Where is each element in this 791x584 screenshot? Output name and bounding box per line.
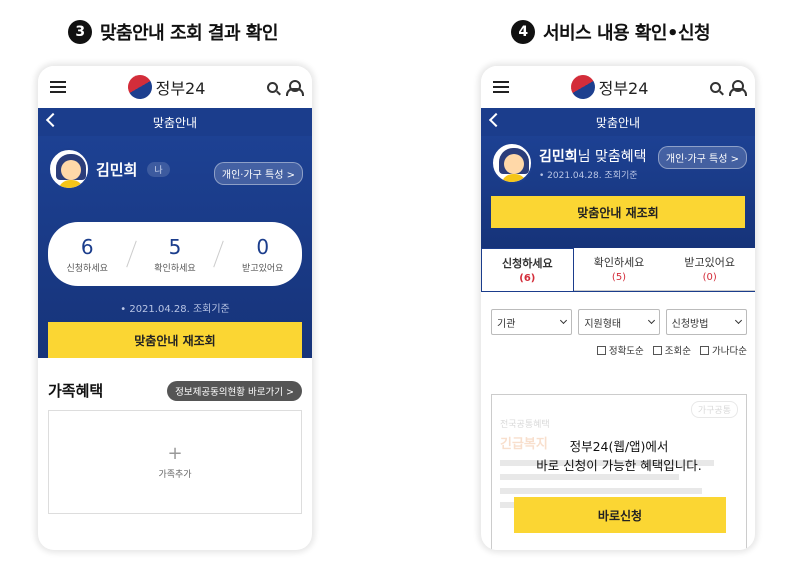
add-family-label: 가족추가 bbox=[158, 469, 192, 480]
step3-heading: 3 맞춤안내 조회 결과 확인 bbox=[68, 19, 278, 45]
page-title: 맞춤안내 bbox=[595, 115, 641, 130]
sort-label: 정확도순 bbox=[608, 346, 644, 357]
chevron-down-icon bbox=[647, 316, 655, 325]
sort-accuracy[interactable]: 정확도순 bbox=[596, 343, 644, 357]
checkbox[interactable] bbox=[700, 345, 710, 355]
tab-label: 확인하세요 bbox=[593, 256, 645, 269]
sort-alphabetical[interactable]: 가나다순 bbox=[700, 343, 747, 357]
stat-check[interactable]: 5 확인하세요 bbox=[140, 235, 210, 274]
logo-text: 정부24 bbox=[155, 79, 206, 98]
support-type-select[interactable]: 지원형태 bbox=[578, 309, 660, 335]
user-icon[interactable] bbox=[729, 80, 747, 96]
tab-label: 신청하세요 bbox=[502, 257, 553, 270]
me-tag: 나 bbox=[147, 161, 170, 177]
tab-check[interactable]: 확인하세요 (5) bbox=[573, 248, 665, 291]
step-number-badge: 3 bbox=[68, 20, 92, 44]
message-line: 정부24(웹/앱)에서 bbox=[569, 439, 669, 454]
sort-options: 정확도순 조회순 가나다순 bbox=[481, 335, 755, 357]
sort-views[interactable]: 조회순 bbox=[652, 343, 692, 357]
avatar bbox=[48, 148, 90, 190]
benefits-heading: 김민희님 맞춤혜택 bbox=[539, 146, 647, 166]
select-value: 신청방법 bbox=[671, 318, 709, 330]
top-bar: 정부24 bbox=[481, 66, 755, 108]
user-icon[interactable] bbox=[286, 80, 304, 96]
message-line: 바로 신청이 가능한 혜택입니다. bbox=[536, 458, 702, 473]
step4-heading: 4 서비스 내용 확인•신청 bbox=[511, 19, 711, 45]
stat-label: 받고있어요 bbox=[242, 263, 284, 274]
consent-status-link[interactable]: 정보제공동의현황 바로가기 > bbox=[167, 380, 302, 401]
tab-count: (5) bbox=[611, 272, 627, 283]
top-bar: 정부24 bbox=[38, 66, 312, 108]
family-section: 가족혜택 정보제공동의현황 바로가기 > + 가족추가 bbox=[38, 358, 312, 514]
stat-apply[interactable]: 6 신청하세요 bbox=[52, 235, 122, 274]
select-value: 지원형태 bbox=[584, 318, 622, 330]
user-name: 김민희 bbox=[539, 148, 578, 165]
step-title: 서비스 내용 확인•신청 bbox=[543, 23, 711, 44]
benefit-stats: 6 신청하세요 5 확인하세요 0 받고있어요 bbox=[48, 222, 302, 286]
tab-count: (0) bbox=[702, 272, 717, 283]
plus-icon: + bbox=[167, 442, 183, 464]
select-value: 기관 bbox=[497, 318, 516, 330]
back-arrow-icon[interactable] bbox=[488, 112, 504, 128]
page-nav-bar: 맞춤안내 bbox=[481, 108, 755, 136]
user-name: 김민희 bbox=[96, 160, 138, 179]
stat-value: 5 bbox=[168, 234, 182, 259]
recheck-button[interactable]: 맞춤안내 재조회 bbox=[48, 322, 302, 358]
card-category: 전국공통혜택 bbox=[500, 420, 550, 430]
divider bbox=[125, 240, 137, 268]
avatar bbox=[491, 142, 533, 184]
query-date: • 2021.04.28. 조회기준 bbox=[539, 170, 638, 181]
menu-icon[interactable] bbox=[50, 81, 66, 93]
taegeuk-logo-icon bbox=[123, 70, 156, 104]
sort-label: 조회순 bbox=[664, 346, 692, 357]
logo-text: 정부24 bbox=[598, 79, 649, 98]
stat-value: 0 bbox=[256, 234, 270, 259]
taegeuk-logo-icon bbox=[566, 70, 599, 104]
family-title: 가족혜택 bbox=[48, 382, 104, 400]
apply-now-button[interactable]: 바로신청 bbox=[514, 497, 726, 533]
divider bbox=[213, 240, 225, 268]
profile-characteristics-button[interactable]: 개인·가구 특성 > bbox=[657, 146, 747, 169]
step-number-badge: 4 bbox=[511, 20, 535, 44]
profile-hero: 김민희님 맞춤혜택 • 2021.04.28. 조회기준 개인·가구 특성 > … bbox=[481, 136, 755, 248]
logo[interactable]: 정부24 bbox=[566, 70, 649, 104]
tab-apply[interactable]: 신청하세요 (6) bbox=[481, 248, 574, 291]
agency-select[interactable]: 기관 bbox=[491, 309, 573, 335]
card-message: 정부24(웹/앱)에서 바로 신청이 가능한 혜택입니다. bbox=[492, 437, 746, 475]
tab-label: 받고있어요 bbox=[684, 256, 735, 269]
checkbox[interactable] bbox=[596, 345, 606, 355]
profile-hero: 김민희 나 개인·가구 특성 > 6 신청하세요 5 확인하세요 0 받고있어요… bbox=[38, 136, 312, 358]
phone-screen-results: 정부24 맞춤안내 김민희 나 개인·가구 특성 > 6 신청하세요 5 확인하… bbox=[38, 66, 312, 550]
menu-icon[interactable] bbox=[493, 81, 509, 93]
query-date: • 2021.04.28. 조회기준 bbox=[120, 304, 230, 315]
search-icon[interactable] bbox=[267, 81, 278, 93]
search-icon[interactable] bbox=[710, 81, 721, 93]
recheck-button[interactable]: 맞춤안내 재조회 bbox=[491, 196, 745, 228]
filter-bar: 기관 지원형태 신청방법 bbox=[481, 292, 755, 335]
name-suffix: 님 맞춤혜택 bbox=[577, 148, 647, 165]
chevron-down-icon bbox=[560, 316, 568, 325]
back-arrow-icon[interactable] bbox=[45, 112, 61, 128]
checkbox[interactable] bbox=[652, 345, 662, 355]
stat-receiving[interactable]: 0 받고있어요 bbox=[228, 235, 298, 274]
step-title: 맞춤안내 조회 결과 확인 bbox=[100, 23, 278, 44]
page-title: 맞춤안내 bbox=[152, 115, 198, 130]
card-tag: 가구공통 bbox=[690, 401, 738, 418]
chevron-down-icon bbox=[734, 316, 743, 325]
benefit-tabs: 신청하세요 (6) 확인하세요 (5) 받고있어요 (0) bbox=[481, 248, 755, 292]
apply-method-select[interactable]: 신청방법 bbox=[665, 309, 747, 335]
benefit-card: 가구공통 전국공통혜택 긴급복지 정부24(웹/앱)에서 바로 신청이 가능한 … bbox=[491, 394, 747, 550]
add-family-box[interactable]: + 가족추가 bbox=[48, 410, 302, 514]
logo[interactable]: 정부24 bbox=[123, 70, 206, 104]
sort-label: 가나다순 bbox=[712, 346, 747, 357]
tab-count: (6) bbox=[519, 273, 536, 284]
tab-receiving[interactable]: 받고있어요 (0) bbox=[664, 248, 755, 291]
profile-characteristics-button[interactable]: 개인·가구 특성 > bbox=[213, 162, 303, 185]
stat-value: 6 bbox=[80, 234, 94, 259]
stat-label: 확인하세요 bbox=[154, 263, 196, 274]
phone-screen-services: 정부24 맞춤안내 김민희님 맞춤혜택 • 2021.04.28. 조회기준 개… bbox=[481, 66, 755, 550]
stat-label: 신청하세요 bbox=[66, 263, 108, 274]
page-nav-bar: 맞춤안내 bbox=[38, 108, 312, 136]
